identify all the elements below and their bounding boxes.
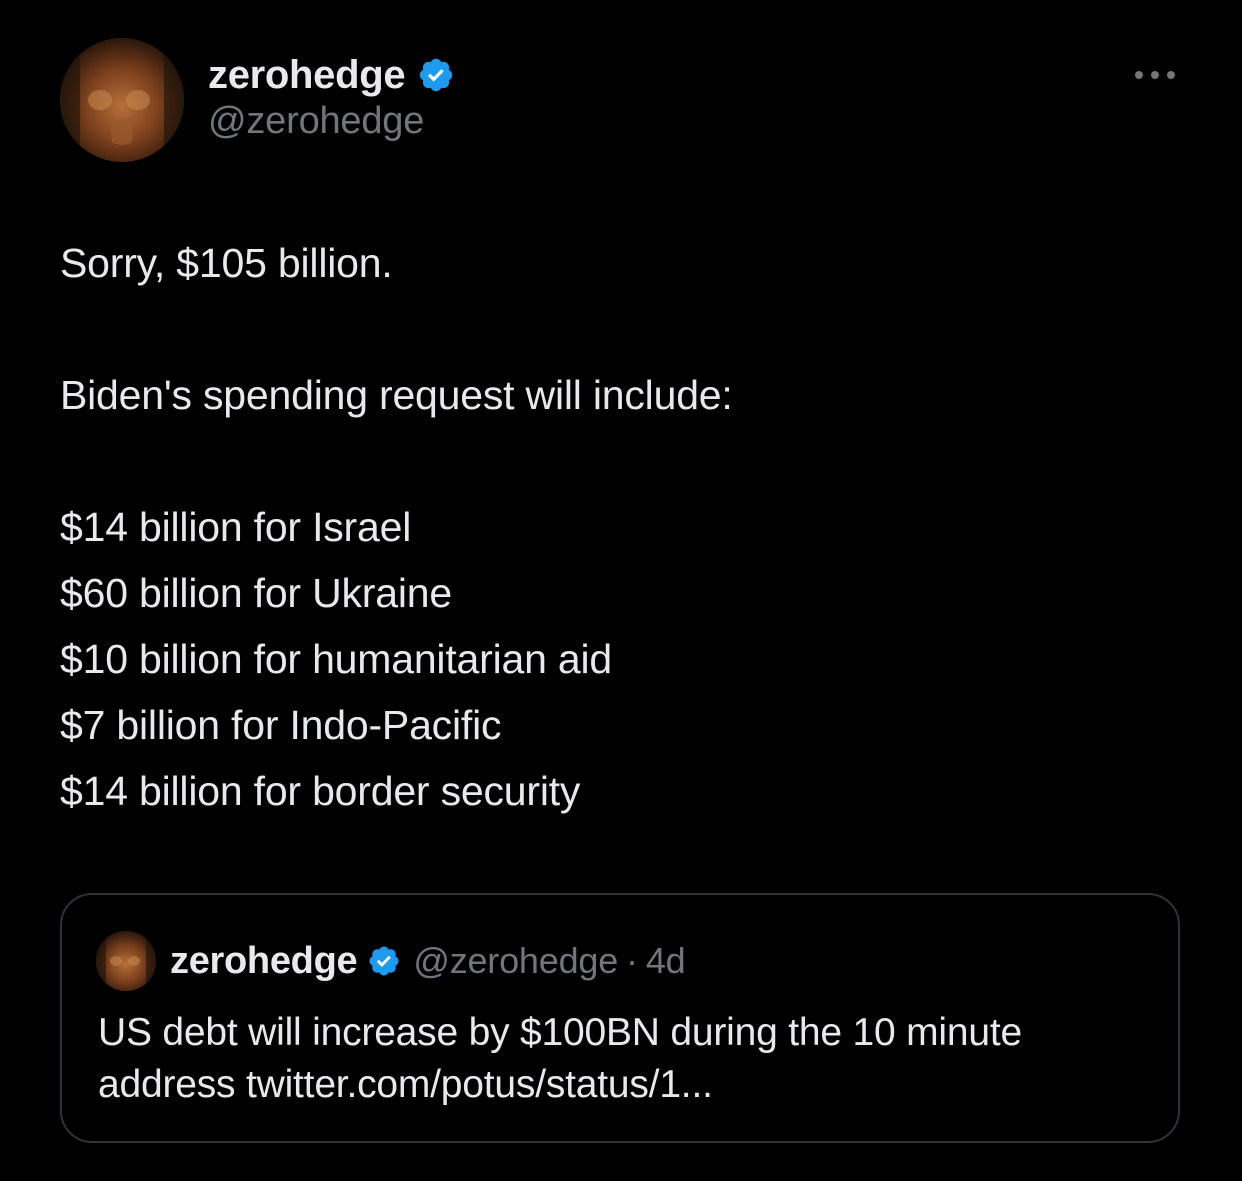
tweet-text-line: $14 billion for Israel <box>60 504 412 550</box>
avatar-image <box>60 38 184 162</box>
verified-badge-icon <box>417 56 455 94</box>
author-name-row[interactable]: zerohedge <box>208 50 455 100</box>
author-handle[interactable]: @zerohedge <box>208 100 424 143</box>
tweet-text-line: $10 billion for humanitarian aid <box>60 636 613 682</box>
avatar-image <box>96 931 156 991</box>
more-options-icon[interactable] <box>1130 62 1180 88</box>
tweet-text-line: $14 billion for border security <box>60 768 581 814</box>
tweet-text-line: $7 billion for Indo-Pacific <box>60 702 502 748</box>
author-avatar[interactable] <box>60 38 184 162</box>
quoted-tweet-card[interactable]: zerohedge @zerohedge · 4d US debt will i… <box>60 893 1180 1143</box>
tweet-text-line: $60 billion for Ukraine <box>60 570 452 616</box>
tweet-text-line: Biden's spending request will include: <box>60 372 733 418</box>
separator-dot: · <box>626 940 638 981</box>
quoted-tweet-text-line: US debt will increase by $100BN during t… <box>98 1011 1022 1054</box>
quoted-tweet-header: zerohedge @zerohedge · 4d <box>170 935 686 987</box>
quoted-author-display-name[interactable]: zerohedge <box>170 940 358 983</box>
tweet: zerohedge @zerohedge Sorry, $105 billion… <box>0 0 1242 1181</box>
quoted-tweet-timestamp[interactable]: 4d <box>646 940 686 982</box>
quoted-author-avatar[interactable] <box>96 931 156 991</box>
quoted-tweet-text: US debt will increase by $100BN during t… <box>98 1007 1158 1111</box>
quoted-tweet-text-line: address twitter.com/potus/status/1... <box>98 1063 713 1106</box>
author-display-name[interactable]: zerohedge <box>208 53 406 98</box>
quoted-author-handle[interactable]: @zerohedge <box>413 940 618 982</box>
tweet-text-line: Sorry, $105 billion. <box>60 240 393 286</box>
verified-badge-icon <box>367 944 401 978</box>
